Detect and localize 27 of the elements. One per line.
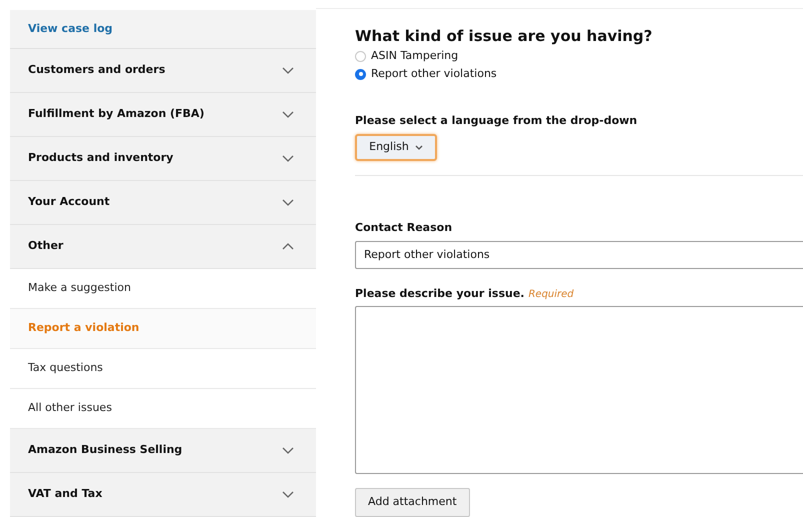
contact-reason-label: Contact Reason — [355, 220, 454, 236]
chevron-down-icon — [282, 67, 294, 74]
describe-label: Please describe your issue. — [355, 286, 524, 302]
sidebar-section[interactable]: Other — [10, 225, 316, 269]
chevron-down-icon — [282, 199, 294, 206]
chevron-down-icon — [282, 155, 294, 162]
language-dropdown[interactable]: English — [355, 134, 437, 162]
radio-option[interactable]: ASIN Tampering — [355, 47, 803, 65]
sidebar-section[interactable]: Products and inventory — [10, 137, 316, 181]
description-field[interactable] — [355, 306, 803, 474]
language-label: Please select a language from the drop-down — [355, 113, 638, 129]
sidebar-section[interactable]: Customers and orders — [10, 49, 316, 93]
chevron-down-icon — [282, 111, 294, 118]
sidebar-section[interactable]: Fulfillment by Amazon (FBA) — [10, 93, 316, 137]
chevron-down-icon — [282, 491, 294, 498]
add-attachment-button[interactable]: Add attachment — [355, 488, 470, 517]
radio-option[interactable]: Report other violations — [355, 65, 803, 83]
required-note: Required — [528, 288, 574, 302]
chevron-up-icon — [282, 243, 294, 250]
question-heading: What kind of issue are you having? — [355, 26, 654, 46]
contact-reason-field[interactable]: Report other violations — [355, 240, 803, 269]
chevron-down-icon — [282, 447, 294, 454]
view-case-log-link[interactable]: View case log — [10, 10, 316, 49]
sidebar-section[interactable]: VAT and Tax — [10, 473, 316, 517]
sidebar-section[interactable]: Your Account — [10, 181, 316, 225]
sidebar-section[interactable]: Amazon Business Selling — [10, 429, 316, 473]
caret-down-icon — [414, 144, 423, 150]
